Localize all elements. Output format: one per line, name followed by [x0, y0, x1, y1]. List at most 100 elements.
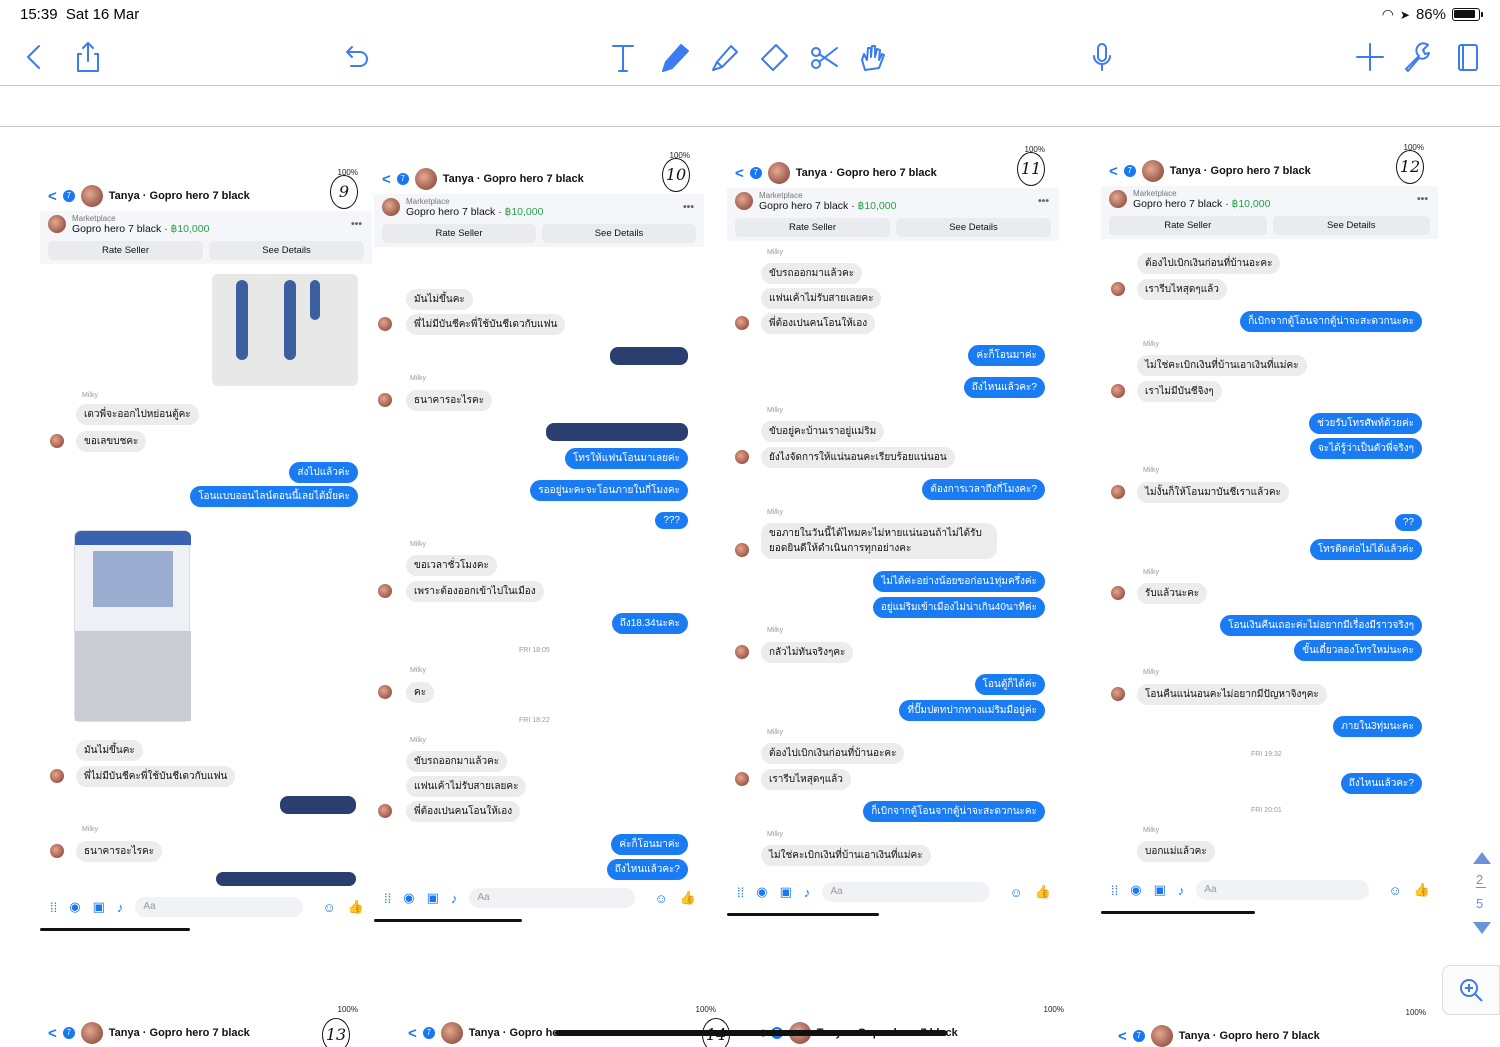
- notification-badge: 7: [749, 167, 762, 179]
- zoom-in-icon: [1460, 979, 1483, 1002]
- undo-icon[interactable]: [336, 36, 376, 78]
- redacted-message: [546, 423, 688, 441]
- emoji-icon: ☺: [322, 899, 336, 915]
- chat-title: Tanya · Gopro hero 7 black: [795, 167, 937, 179]
- message-incoming: ขอเลขบชคะ: [76, 431, 147, 452]
- marketplace-bar: Marketplace Gopro hero 7 black · ฿10,000 …: [40, 211, 372, 237]
- add-icon[interactable]: [1350, 36, 1390, 78]
- marketplace-label: Marketplace: [406, 196, 450, 206]
- highlighter-icon[interactable]: [704, 36, 744, 78]
- seller-buttons: Rate Seller See Details: [374, 220, 704, 247]
- chat-title: Tanya · Gopro hero 7 black: [108, 190, 250, 202]
- phone-status: 100%: [337, 168, 358, 177]
- page-icon[interactable]: [1448, 36, 1488, 78]
- emoji-icon: ☺: [654, 890, 668, 906]
- sender-label: Milky: [767, 729, 783, 736]
- back-arrow-icon: <: [1109, 162, 1118, 180]
- avatar: [735, 645, 749, 659]
- item-price: ฿10,000: [170, 222, 210, 235]
- message-outgoing: ไม่ได้ค่ะอย่างน้อยขอก่อน1ทุ่มครึ่งค่ะ: [873, 571, 1045, 592]
- chat-screenshot-10: 100% < 7 Tanya · Gopro hero 7 black 10 M…: [374, 148, 704, 924]
- share-icon[interactable]: [68, 36, 108, 78]
- status-bar: 15:39 Sat 16 Mar ◠ ➤ 86%: [0, 0, 1500, 30]
- rate-seller-button: Rate Seller: [735, 218, 890, 237]
- message-incoming: ขับรถออกมาแล้วคะ: [406, 751, 508, 772]
- message-incoming: ต้องไปเบิกเงินก่อนที่บ้านอะคะ: [761, 743, 905, 764]
- avatar: [1111, 687, 1125, 701]
- toolbar: [0, 30, 1500, 86]
- timestamp: FRI 20:01: [1251, 807, 1282, 814]
- item-name: Gopro hero 7 black: [1133, 197, 1223, 210]
- battery-icon: [1452, 8, 1483, 21]
- hand-icon[interactable]: [852, 36, 892, 78]
- avatar: [735, 316, 749, 330]
- see-details-button: See Details: [1272, 216, 1430, 235]
- message-incoming: พี่ไม่มีบันชีคะพี่ใช้บันชีเดวกับแฟน: [406, 314, 566, 335]
- message-outgoing: ก็เบิกจากตู้โอนจากตู้น่าจะสะดวกนะคะ: [1240, 311, 1422, 332]
- item-price: ฿10,000: [857, 199, 897, 212]
- message-outgoing: ค่ะก็โอนมาค่ะ: [611, 834, 688, 855]
- avatar: [1111, 282, 1125, 296]
- sender-label: Milky: [767, 627, 783, 634]
- item-thumbnail: [48, 215, 66, 233]
- emoji-icon: ☺: [1388, 882, 1402, 898]
- avatar: [735, 772, 749, 786]
- back-icon[interactable]: [14, 36, 54, 78]
- message-incoming: ยังไงจัดการให้แน่นอนคะเรียบร้อยแน่นอน: [761, 447, 955, 468]
- message-input-bar: ⁞⁞ ◉ ▣ ♪ Aa ☺ 👍: [727, 878, 1059, 906]
- gallery-icon: ▣: [426, 890, 439, 905]
- eraser-icon[interactable]: [754, 36, 794, 78]
- like-icon: 👍: [679, 890, 696, 905]
- text-tool-icon[interactable]: [603, 36, 643, 78]
- sender-label: Milky: [1143, 827, 1159, 834]
- page-up-icon[interactable]: [1473, 852, 1491, 864]
- rate-seller-button: Rate Seller: [1109, 216, 1267, 235]
- message-incoming: แฟนเค้าไม่รับสายเลยคะ: [406, 776, 527, 797]
- zoom-button[interactable]: [1442, 965, 1500, 1015]
- camera-icon: ◉: [756, 884, 768, 899]
- chat-screenshot-15: 100% < 7 Tanya · Gopro hero 7 black: [748, 1002, 1078, 1047]
- message-input: Aa: [1196, 880, 1369, 900]
- toolbar-divider: [0, 85, 1500, 86]
- message-outgoing: ค่ะก็โอนมาค่ะ: [968, 345, 1045, 366]
- message-incoming: กลัวไม่ทันจริงๆคะ: [761, 642, 854, 663]
- marketplace-label: Marketplace: [759, 190, 803, 200]
- microphone-icon[interactable]: [1082, 36, 1122, 78]
- avatar: [735, 450, 749, 464]
- avatar: [50, 769, 64, 783]
- message-outgoing: ถึงไหนแล้วคะ?: [963, 377, 1045, 398]
- scissors-icon[interactable]: [804, 36, 844, 78]
- gallery-icon: ▣: [1153, 882, 1166, 897]
- page-top-divider: [0, 126, 1500, 127]
- sender-label: Milky: [1143, 569, 1159, 576]
- message-outgoing: โอนตู้ก็ได้ค่ะ: [974, 674, 1045, 695]
- message-outgoing: ??: [1394, 514, 1422, 531]
- item-name: Gopro hero 7 black: [72, 222, 162, 235]
- message-incoming: เพราะต้องออกเข้าไปในเมือง: [406, 581, 544, 602]
- avatar: [1111, 586, 1125, 600]
- avatar: [1141, 160, 1164, 182]
- avatar: [378, 804, 392, 818]
- message-incoming: พี่ไม่มีบันชีคะพี่ใช้บันชีเดวกับแฟน: [76, 766, 236, 787]
- message-incoming: ขอเวลาชั่วโมงคะ: [406, 555, 497, 576]
- message-input-bar: ⁞⁞ ◉ ▣ ♪ Aa ☺ 👍: [374, 884, 704, 912]
- notification-badge: 7: [62, 190, 75, 202]
- pen-tool-icon[interactable]: [654, 36, 694, 78]
- back-arrow-icon: <: [382, 170, 391, 188]
- message-input: Aa: [135, 897, 303, 917]
- chat-title: Tanya · Gopro he: [468, 1027, 559, 1039]
- chat-title: Tanya · Gopro hero 7 black: [442, 173, 584, 185]
- message-incoming: เราไม่มีบันชีจิงๆ: [1137, 381, 1222, 402]
- page-down-icon[interactable]: [1473, 922, 1491, 934]
- wrench-icon[interactable]: [1398, 36, 1438, 78]
- chat-title: Tanya · Gopro hero 7 black: [1169, 165, 1311, 177]
- message-incoming: แฟนเค้าไม่รับสายเลยคะ: [761, 288, 882, 309]
- seller-buttons: Rate Seller See Details: [727, 214, 1059, 241]
- item-name: Gopro hero 7 black: [406, 205, 496, 218]
- redacted-message: [610, 347, 688, 365]
- like-icon: 👍: [347, 899, 364, 914]
- message-outgoing: โอนเงินคืนเถอะค่ะไม่อยากมีเรื่องมีราวจริ…: [1220, 615, 1422, 636]
- message-incoming: โอนคืนแน่นอนคะไม่อยากมีปัญหาจิงๆคะ: [1137, 684, 1327, 705]
- message-incoming: ธนาคารอะไรคะ: [406, 390, 493, 411]
- avatar: [378, 317, 392, 331]
